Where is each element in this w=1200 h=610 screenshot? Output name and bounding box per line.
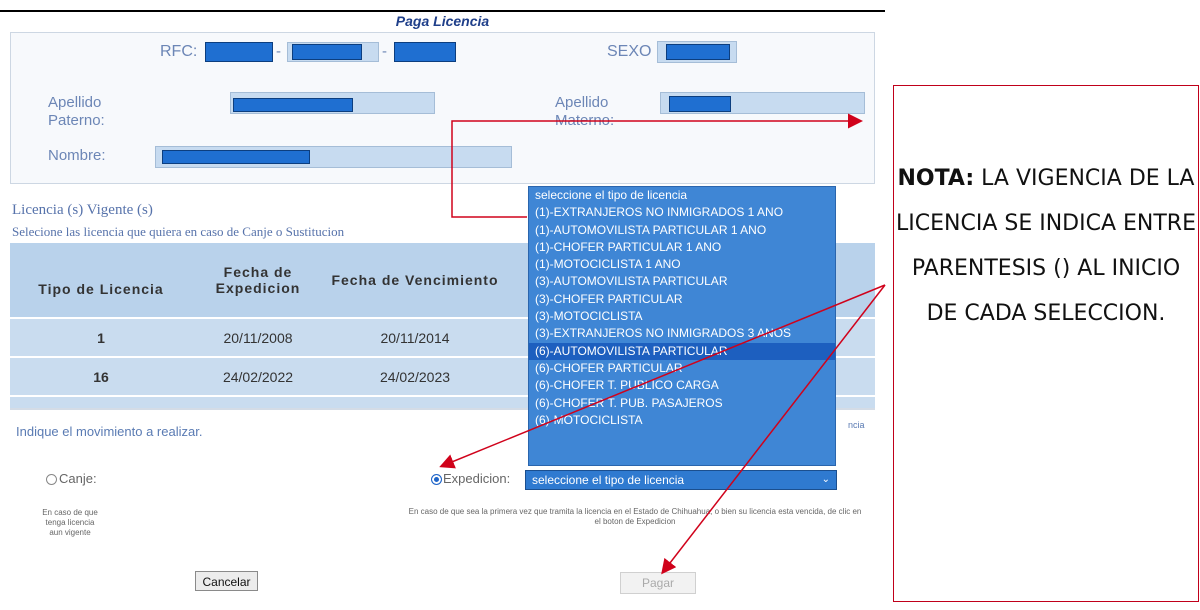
note-bold: NOTA: xyxy=(897,166,975,191)
arrow-to-pay xyxy=(661,284,886,575)
note-content: NOTA: LA VIGENCIA DE LA LICENCIA SE INDI… xyxy=(894,156,1198,336)
arrow-to-expedicion xyxy=(439,284,886,469)
note-box: NOTA: LA VIGENCIA DE LA LICENCIA SE INDI… xyxy=(893,85,1199,602)
arrow-to-note xyxy=(451,113,863,218)
